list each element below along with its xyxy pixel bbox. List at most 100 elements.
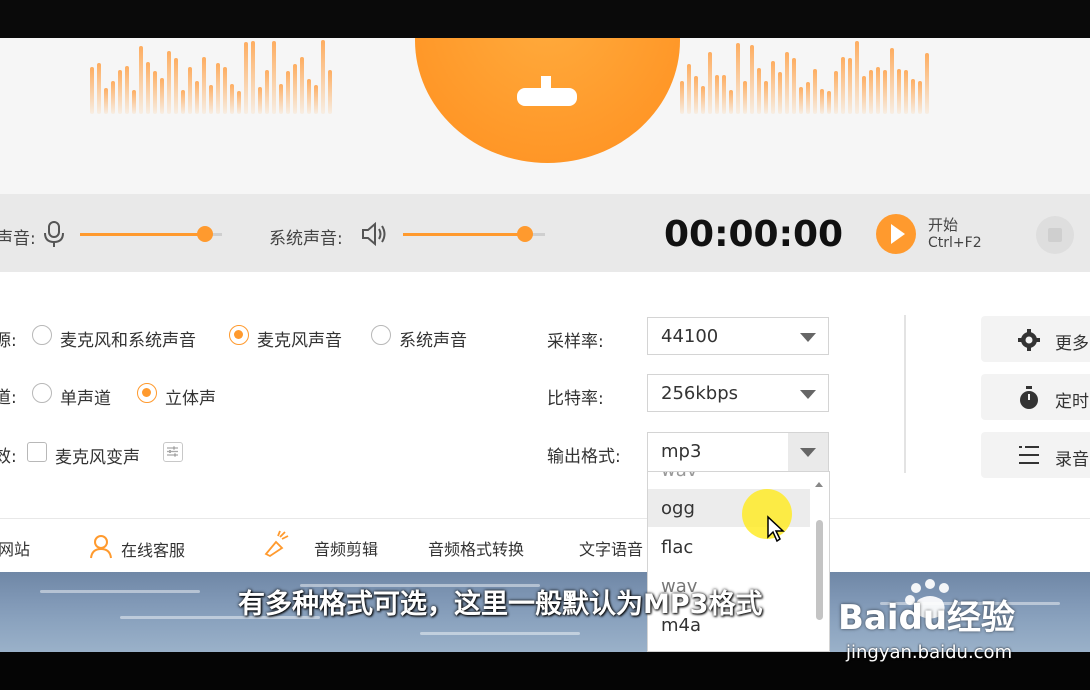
recordings-list-button[interactable]: 录音 (981, 432, 1090, 478)
scheduled-record-button[interactable]: 定时 (981, 374, 1090, 420)
channel-label: 道: (0, 388, 17, 408)
waveform-bar (146, 61, 150, 114)
waveform-bar (118, 69, 122, 114)
format-convert-link[interactable]: 音频格式转换 (428, 536, 524, 560)
text-voice-link[interactable]: 文字语音 (579, 536, 643, 560)
waveform-bar (771, 60, 775, 114)
dropdown-scrollbar[interactable] (816, 520, 823, 620)
effect-label: 效: (0, 447, 17, 467)
waveform-bar (104, 87, 108, 114)
output-format-select[interactable]: mp3 (647, 432, 829, 472)
waveform-bar (925, 53, 929, 114)
waveform-bar (216, 63, 220, 114)
website-link[interactable]: 网站 (0, 536, 30, 560)
audio-edit-link[interactable]: 音频剪辑 (314, 536, 378, 560)
more-label: 更多 (1055, 334, 1089, 354)
radio-source-system[interactable] (371, 325, 391, 345)
mic-volume-slider-thumb[interactable] (197, 226, 213, 242)
mic-voice-change-label: 麦克风变声 (55, 448, 140, 468)
waveform-bar (855, 41, 859, 114)
waveform-bar (827, 91, 831, 114)
video-subtitle: 有多种格式可选，这里一般默认为MP3格式 (238, 589, 763, 620)
format-option-ogg[interactable]: ogg (661, 498, 695, 519)
source-option-mic: 麦克风声音 (257, 331, 342, 351)
mic-volume-label: 声音: (0, 229, 36, 249)
waveform-bar (764, 81, 768, 114)
waveform-bar (307, 78, 311, 114)
bitrate-select[interactable]: 256kbps (647, 374, 829, 412)
mic-stand-base (517, 88, 577, 106)
format-option-partial: wav (661, 472, 697, 481)
waveform-bar (743, 80, 747, 114)
watermark-url: jingyan.baidu.com (846, 642, 1013, 663)
dropdown-toggle[interactable] (788, 433, 828, 471)
output-format-label: 输出格式: (547, 447, 621, 467)
person-icon (88, 533, 114, 563)
sample-rate-select[interactable]: 44100 (647, 317, 829, 355)
waveform-bar (328, 69, 332, 114)
recordings-label: 录音 (1055, 450, 1089, 470)
output-format-dropdown: wav ogg flac wav m4a (647, 471, 830, 652)
waveform-bar (680, 81, 684, 114)
mic-voice-change-checkbox[interactable] (27, 442, 47, 462)
waveform-bar (911, 79, 915, 114)
waveform-bar (167, 51, 171, 114)
recording-timer: 00:00:00 (664, 214, 844, 255)
chevron-down-icon (800, 448, 816, 457)
waveform-bar (181, 89, 185, 114)
system-volume-label: 系统声音: (269, 229, 343, 249)
waveform-bar (848, 58, 852, 114)
source-label: 源: (0, 331, 17, 351)
waveform-bar (876, 66, 880, 114)
settings-panel (0, 272, 1090, 518)
waveform-bar (694, 75, 698, 114)
channel-option-stereo: 立体声 (165, 389, 216, 409)
waveform-bar (300, 57, 304, 114)
system-volume-slider-thumb[interactable] (517, 226, 533, 242)
format-option-flac[interactable]: flac (661, 537, 693, 558)
waveform-bar (279, 83, 283, 114)
mic-volume-fill (80, 233, 206, 236)
waveform-bar (890, 47, 894, 114)
sample-rate-value: 44100 (661, 326, 719, 347)
more-button[interactable]: 更多 (981, 316, 1090, 362)
waveform-bar (265, 69, 269, 114)
list-icon (1017, 444, 1041, 470)
radio-source-mic-and-system[interactable] (32, 325, 52, 345)
watermark-text: Baidu经验 (838, 598, 1016, 638)
waveform-bar (230, 84, 234, 114)
system-volume-fill (403, 233, 525, 236)
start-label: 开始 (928, 216, 959, 234)
scroll-up-arrow[interactable] (815, 482, 823, 487)
waveform-bar (244, 42, 248, 114)
waveform-bar (778, 71, 782, 114)
channel-option-mono: 单声道 (60, 389, 111, 409)
waveform-bar (799, 86, 803, 114)
waveform-bar (729, 89, 733, 114)
bitrate-value: 256kbps (661, 383, 739, 404)
waveform-bar (272, 41, 276, 114)
play-icon (891, 224, 905, 244)
waveform-bar (904, 69, 908, 114)
waveform-bar (258, 87, 262, 114)
radio-channel-stereo[interactable] (137, 383, 157, 403)
waveform-bar (918, 80, 922, 114)
waveform-bar (708, 51, 712, 114)
radio-source-mic[interactable] (229, 325, 249, 345)
waveform-bar (687, 63, 691, 114)
waveform-bar (202, 57, 206, 114)
top-letterbox (0, 0, 1090, 38)
waveform-bar (820, 89, 824, 114)
voice-settings-icon[interactable] (163, 442, 183, 462)
online-support-link[interactable]: 在线客服 (121, 537, 185, 561)
speaker-icon (360, 221, 388, 251)
scissors-icon (262, 528, 292, 562)
waveform-bar (90, 67, 94, 114)
waveform-bar (174, 57, 178, 114)
waveform-bar (834, 71, 838, 114)
waveform-bar (321, 39, 325, 114)
radio-channel-mono[interactable] (32, 383, 52, 403)
sample-rate-label: 采样率: (547, 332, 604, 352)
waveform-bar (862, 76, 866, 114)
scheduled-label: 定时 (1055, 392, 1089, 412)
